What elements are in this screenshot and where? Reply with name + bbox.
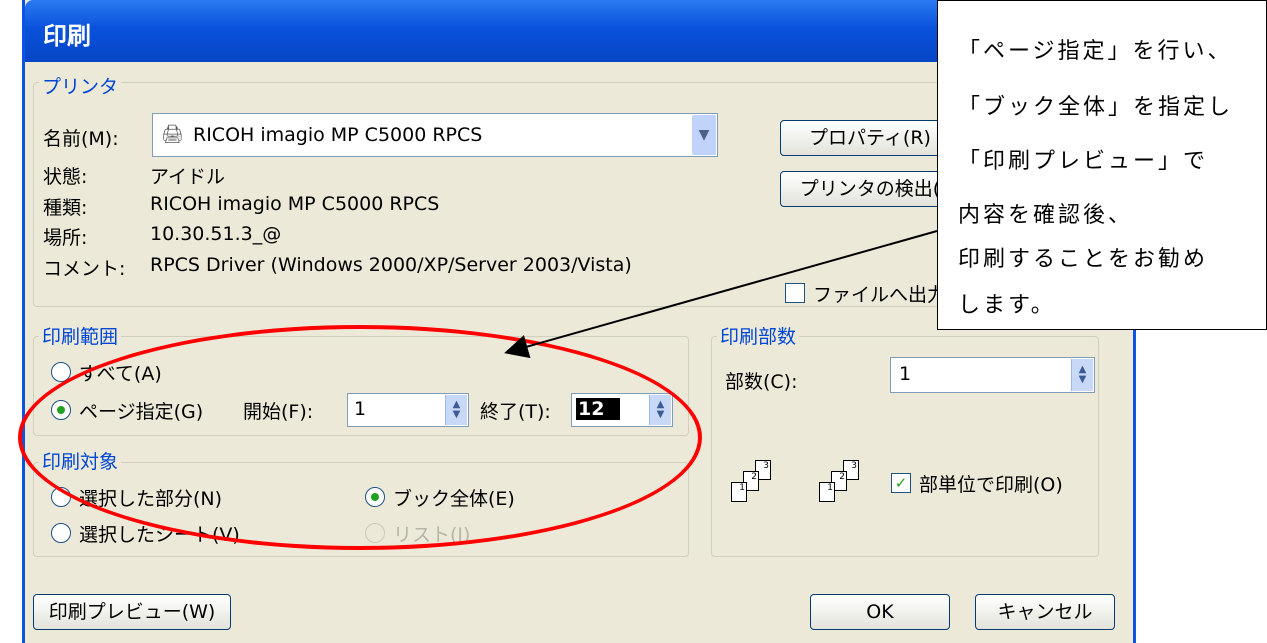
callout-line: 印刷することをお勧め	[958, 247, 1209, 272]
printer-name-value: RICOH imagio MP C5000 RPCS	[193, 124, 483, 146]
printer-comment-value: RPCS Driver (Windows 2000/XP/Server 2003…	[150, 254, 632, 276]
copies-count-input[interactable]: 1 ▲ ▼	[890, 357, 1095, 393]
printer-type-label: 種類:	[43, 197, 88, 219]
printer-name-select[interactable]: 🖨 RICOH imagio MP C5000 RPCS ▼	[152, 113, 718, 157]
cancel-button[interactable]: キャンセル	[975, 594, 1115, 630]
printer-status-label: 状態:	[43, 166, 88, 188]
printer-comment-label: コメント:	[43, 258, 126, 280]
highlight-ellipse	[18, 325, 702, 550]
callout-line: 「ブック全体」を指定し	[958, 95, 1234, 120]
print-range-group-label: 印刷範囲	[39, 322, 122, 349]
properties-button[interactable]: プロパティ(R)	[780, 120, 960, 156]
printer-location-label: 場所:	[43, 227, 88, 249]
find-printer-button[interactable]: プリンタの検出(	[780, 171, 960, 207]
collate-page-1: 1	[731, 482, 747, 502]
print-to-file-label: ファイルへ出力	[813, 284, 947, 306]
printer-icon: 🖨	[161, 124, 184, 145]
copies-count-value: 1	[899, 363, 912, 385]
copies-spinner[interactable]: ▲ ▼	[1071, 359, 1093, 391]
callout-line: 「印刷プレビュー」で	[958, 149, 1209, 174]
copies-group-label: 印刷部数	[717, 322, 800, 349]
collate-page-1b: 1	[819, 482, 835, 502]
chevron-down-icon[interactable]: ▼	[692, 115, 716, 155]
collate-checkbox[interactable]: ✓	[891, 473, 911, 493]
printer-group-label: プリンタ	[39, 72, 122, 99]
callout-line: します。	[958, 293, 1056, 318]
callout-line: 内容を確認後、	[958, 203, 1134, 228]
printer-location-value: 10.30.51.3_@	[150, 223, 282, 245]
target-sheet-radio[interactable]	[51, 523, 71, 543]
collate-icon-2: 3 2 1	[817, 460, 877, 510]
instruction-callout: 「ページ指定」を行い、 「ブック全体」を指定し 「印刷プレビュー」で 内容を確認…	[937, 0, 1267, 330]
printer-name-label: 名前(M):	[43, 128, 119, 150]
copies-count-label: 部数(C):	[725, 371, 798, 393]
collate-icon: 3 2 1	[729, 460, 789, 510]
callout-line: 「ページ指定」を行い、	[958, 39, 1233, 64]
print-to-file-checkbox[interactable]: ✓	[785, 283, 805, 303]
ok-button[interactable]: OK	[810, 594, 950, 630]
printer-type-value: RICOH imagio MP C5000 RPCS	[150, 193, 440, 215]
print-preview-button[interactable]: 印刷プレビュー(W)	[33, 594, 231, 630]
printer-status-value: アイドル	[150, 166, 226, 188]
dialog-title: 印刷	[43, 22, 91, 50]
collate-label: 部単位で印刷(O)	[919, 474, 1063, 496]
